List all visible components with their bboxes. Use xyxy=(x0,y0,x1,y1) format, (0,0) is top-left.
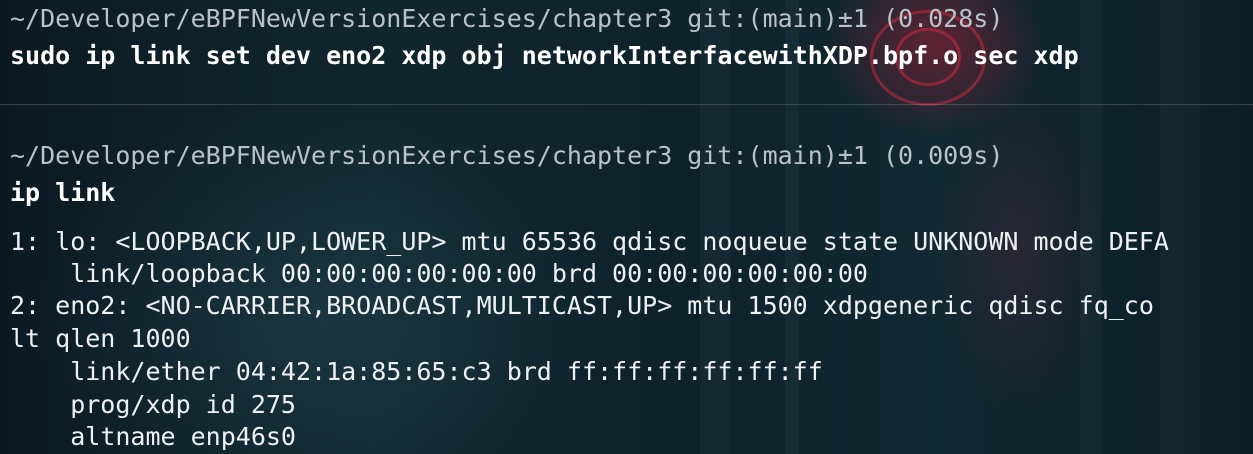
terminal-output[interactable]: ~/Developer/eBPFNewVersionExercises/chap… xyxy=(10,0,1253,451)
output-line: 1: lo: <LOOPBACK,UP,LOWER_UP> mtu 65536 … xyxy=(10,227,1169,256)
prompt-line: ~/Developer/eBPFNewVersionExercises/chap… xyxy=(10,141,1004,170)
output-line: prog/xdp id 275 xyxy=(10,390,296,419)
command-line: sudo ip link set dev eno2 xdp obj networ… xyxy=(10,41,1079,70)
output-line: link/loopback 00:00:00:00:00:00 brd 00:0… xyxy=(10,259,868,288)
output-line: altname enp46s0 xyxy=(10,422,296,451)
output-line: 2: eno2: <NO-CARRIER,BROADCAST,MULTICAST… xyxy=(10,291,1154,320)
output-line: link/ether 04:42:1a:85:65:c3 brd ff:ff:f… xyxy=(10,357,823,386)
prompt-line: ~/Developer/eBPFNewVersionExercises/chap… xyxy=(10,4,1004,33)
command-line: ip link xyxy=(10,178,116,207)
output-line: lt qlen 1000 xyxy=(10,324,191,353)
